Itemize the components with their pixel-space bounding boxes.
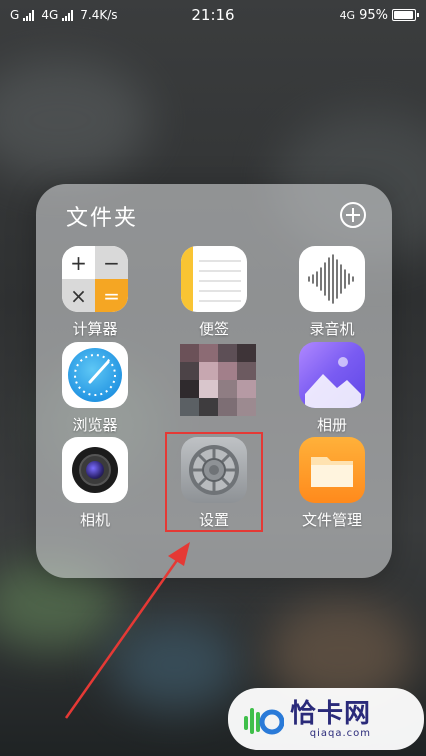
- app-file-manager[interactable]: 文件管理: [282, 437, 382, 530]
- obscured-app-icon[interactable]: [180, 344, 256, 416]
- app-gallery[interactable]: 相册: [282, 342, 382, 435]
- network-speed: 7.4K/s: [80, 8, 118, 22]
- watermark-url: qiaqa.com: [309, 727, 372, 739]
- app-label: 便签: [198, 320, 229, 338]
- carrier2-label: 4G: [41, 8, 59, 22]
- app-recorder[interactable]: 录音机: [282, 246, 382, 339]
- folder-title[interactable]: 文件夹: [66, 200, 138, 232]
- highlight-box: [165, 432, 263, 532]
- signal-icon: [23, 9, 35, 21]
- app-label: 文件管理: [301, 511, 362, 529]
- watermark-badge: 恰卡网 qiaqa.com: [228, 688, 424, 750]
- battery-percent: 95%: [359, 7, 388, 23]
- files-icon: [299, 437, 365, 503]
- app-calculator[interactable]: + − × = 计算器: [45, 246, 145, 339]
- carrier1-label: G: [10, 8, 20, 22]
- watermark-name: 恰卡网: [290, 698, 372, 729]
- notes-icon: [181, 246, 247, 312]
- recorder-icon: [299, 246, 365, 312]
- app-label: 计算器: [72, 320, 118, 338]
- camera-icon: [62, 437, 128, 503]
- app-browser[interactable]: 浏览器: [45, 342, 145, 435]
- calculator-icon: + − × =: [62, 246, 128, 312]
- app-label: 相机: [79, 511, 110, 529]
- status-bar: G 4G 7.4K/s 21:16 4G 95%: [0, 0, 426, 30]
- app-label: 相册: [316, 416, 347, 434]
- network-type: 4G: [339, 8, 356, 22]
- add-app-button[interactable]: [340, 202, 366, 228]
- battery-icon: [392, 9, 419, 21]
- app-notes[interactable]: 便签: [164, 246, 264, 339]
- gallery-icon: [299, 342, 365, 408]
- browser-icon: [62, 342, 128, 408]
- app-camera[interactable]: 相机: [45, 437, 145, 530]
- watermark-logo-icon: [238, 696, 285, 742]
- app-label: 浏览器: [72, 416, 118, 434]
- app-label: 录音机: [309, 320, 355, 338]
- signal-icon: [62, 9, 74, 21]
